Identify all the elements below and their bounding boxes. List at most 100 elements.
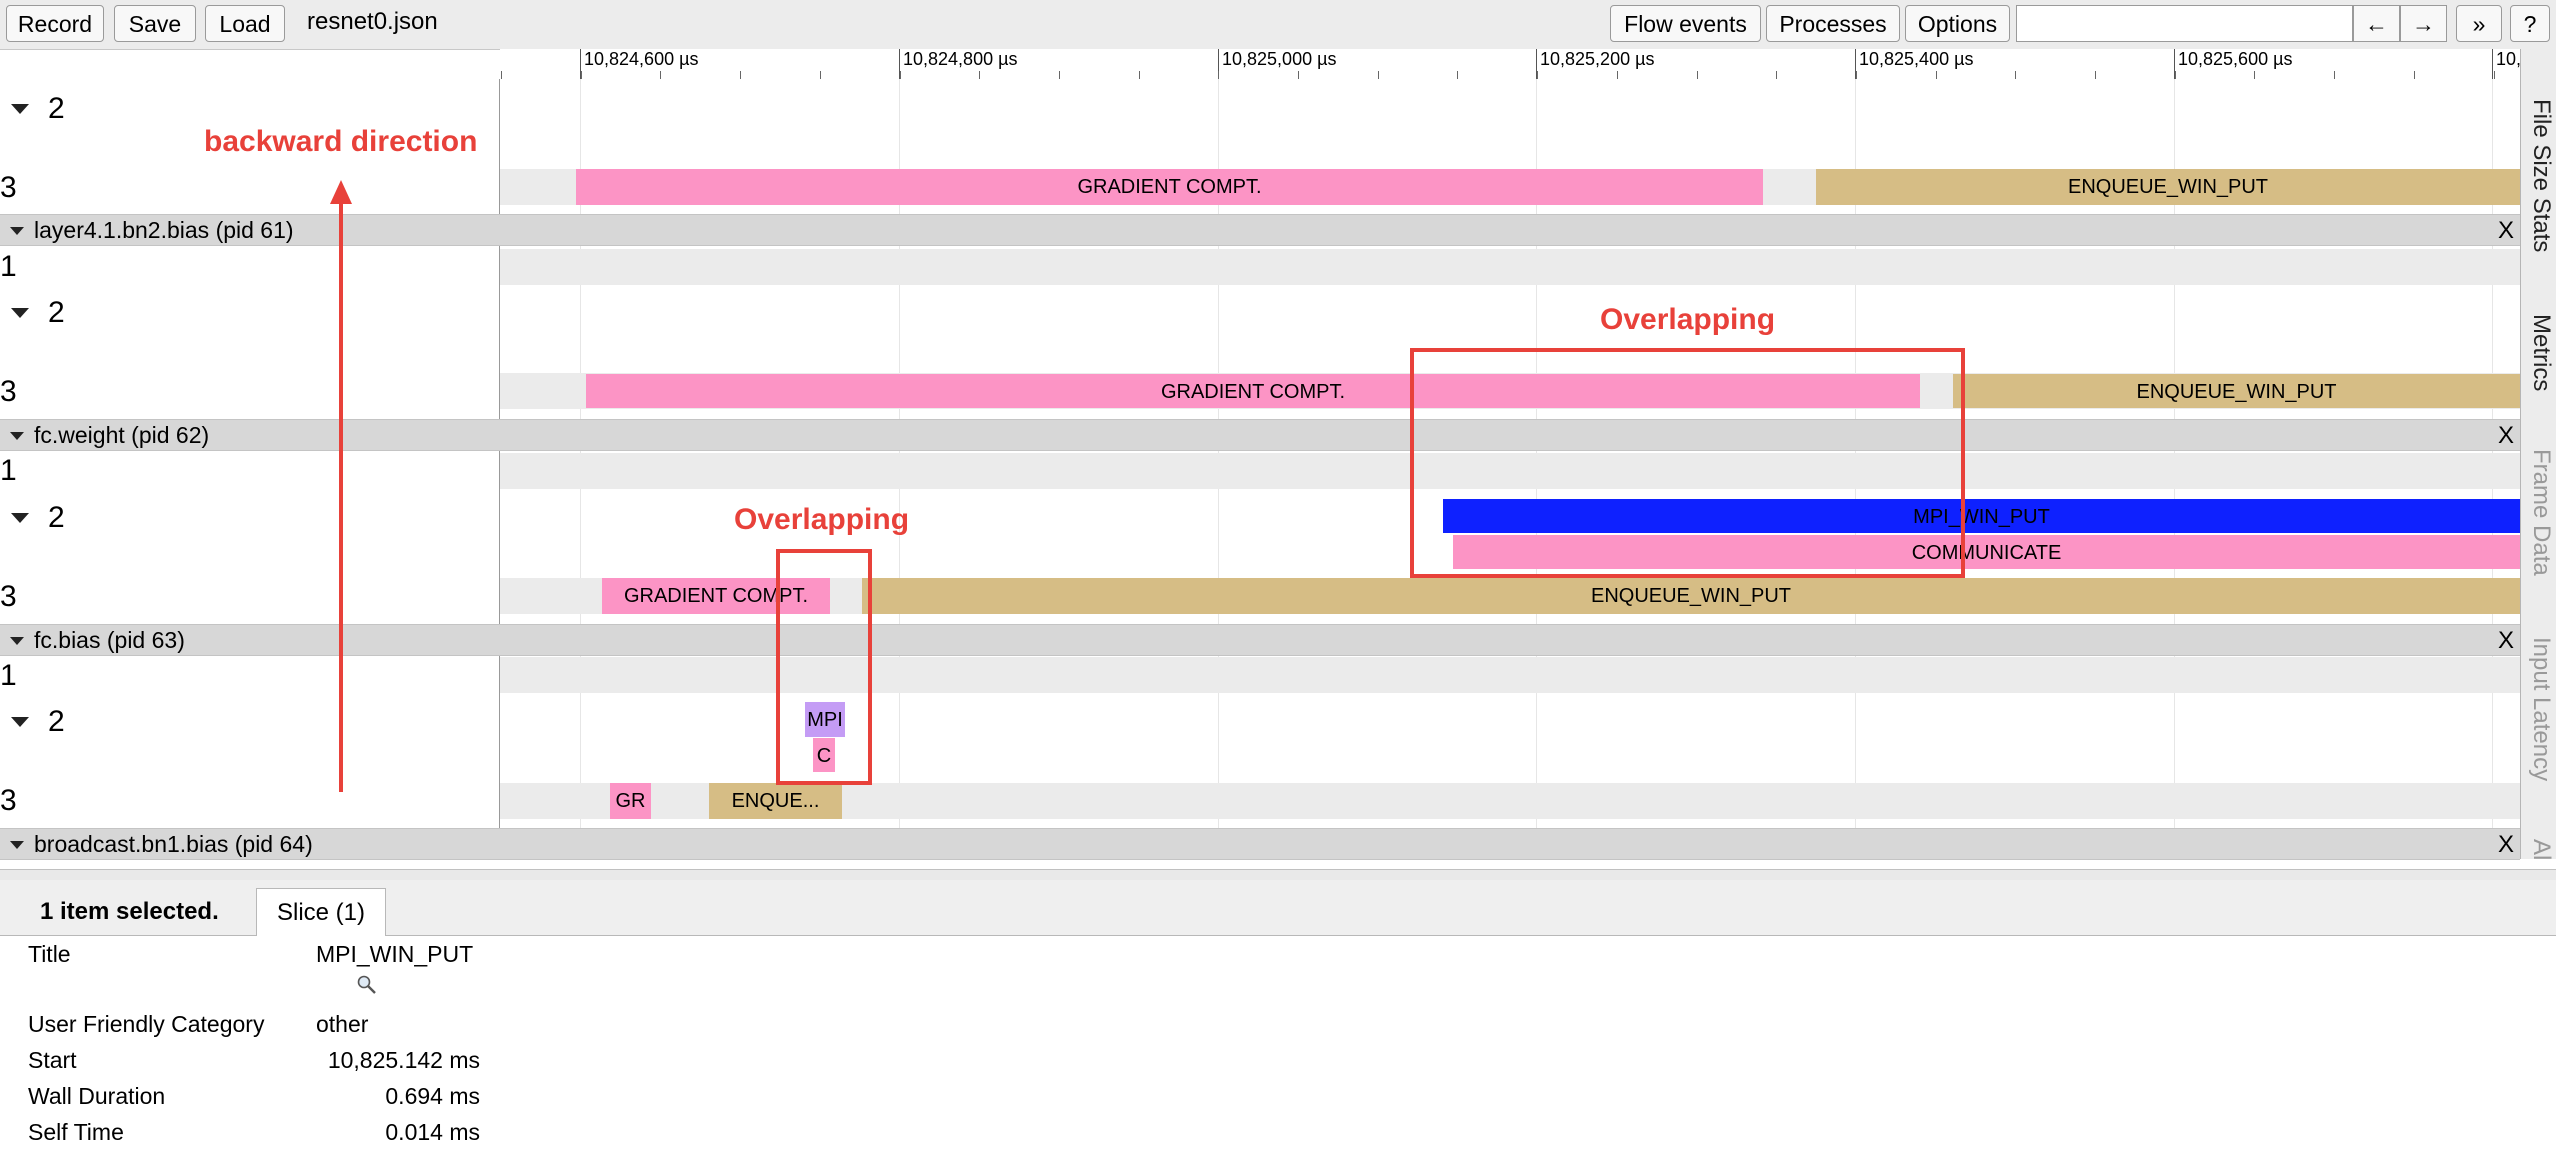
detail-value-start: 10,825.142 ms [327,1047,480,1073]
detail-label-title: Title [28,941,71,967]
ruler-minor-tick [1617,71,1618,79]
track-label-column [0,79,499,859]
collapse-triangle-icon[interactable] [10,637,24,645]
ruler-minor-tick [2254,71,2255,79]
close-process-button[interactable]: X [2498,831,2514,859]
side-tab-input-latency[interactable]: Input Latency [2527,637,2555,781]
ruler-tick-label: 10,825,000 µs [1222,49,1337,69]
detail-value-title: MPI_WIN_PUT [316,941,474,967]
prev-arrow-icon[interactable]: ← [2353,5,2400,42]
processes-button[interactable]: Processes [1766,5,1900,42]
collapse-triangle-icon[interactable] [11,308,29,318]
detail-label-start: Start [28,1047,77,1073]
annotation-overlapping-left: Overlapping [734,503,910,536]
detail-value-category: other [316,1011,369,1037]
slice-enqueue-win-put[interactable]: ENQUEUE_WIN_PUT [1953,374,2520,408]
ruler-minor-tick [1218,71,1219,79]
close-process-button[interactable]: X [2498,627,2514,655]
process-header-pid61[interactable]: layer4.1.bn2.bias (pid 61) X [0,214,2520,246]
close-process-button[interactable]: X [2498,422,2514,450]
thread-label: 2 [48,705,65,738]
ruler-minor-tick [1697,71,1698,79]
ruler-tick-label: 10,824,600 µs [584,49,699,69]
ruler-minor-tick [1378,71,1379,79]
ruler-minor-tick [1139,71,1140,79]
collapse-triangle-icon[interactable] [10,841,24,849]
ruler-minor-tick [2175,71,2176,79]
selection-count: 1 item selected. [40,898,219,925]
process-header-pid62[interactable]: fc.weight (pid 62) X [0,419,2520,451]
detail-label-category: User Friendly Category [28,1011,265,1037]
ruler-minor-tick [1457,71,1458,79]
slice-gradient-short[interactable]: GR [610,783,651,819]
ruler-minor-tick [660,71,661,79]
toolbar: Record Save Load resnet0.json Flow event… [0,0,2556,50]
detail-value-wall-duration: 0.694 ms [385,1083,480,1109]
options-button[interactable]: Options [1905,5,2010,42]
process-header-pid63[interactable]: fc.bias (pid 63) X [0,624,2520,656]
collapse-triangle-icon[interactable] [11,717,29,727]
ruler-minor-tick [1537,71,1538,79]
time-ruler[interactable]: 10,824,600 µs 10,824,800 µs 10,825,000 µ… [500,49,2522,80]
ruler-tick-label: 10,825,200 µs [1540,49,1655,69]
ruler-minor-tick [1059,71,1060,79]
thread-label: 3 [0,171,17,204]
ruler-minor-tick [2494,71,2495,79]
ruler-minor-tick [1856,71,1857,79]
side-tab-more[interactable]: Al [2527,839,2555,860]
backward-arrow-icon [330,180,352,792]
ruler-tick-label: 10,824,800 µs [903,49,1018,69]
ruler-minor-tick [2095,71,2096,79]
process-header-pid64[interactable]: broadcast.bn1.bias (pid 64) X [0,828,2520,860]
slice-enqueue-win-put[interactable]: ENQUEUE_WIN_PUT [862,578,2520,614]
close-process-button[interactable]: X [2498,217,2514,245]
ruler-minor-tick [2414,71,2415,79]
ruler-minor-tick [1298,71,1299,79]
annotation-overlapping-right: Overlapping [1600,303,1776,336]
thread-label: 3 [0,375,17,408]
slice-enqueue-short[interactable]: ENQUE... [709,783,842,819]
ruler-minor-tick [1936,71,1937,79]
detail-label-wall-duration: Wall Duration [28,1083,166,1109]
ruler-tick-label: 10,825,400 µs [1859,49,1974,69]
ruler-minor-tick [740,71,741,79]
collapse-triangle-icon[interactable] [10,227,24,235]
process-label: fc.weight (pid 62) [34,422,210,448]
thread-label: 2 [48,92,65,125]
search-input[interactable] [2016,5,2353,42]
collapse-triangle-icon[interactable] [11,513,29,523]
overlap-highlight-box [1410,348,1965,578]
side-tab-frame-data[interactable]: Frame Data [2527,449,2555,576]
thread-label: 1 [0,250,17,283]
flow-events-button[interactable]: Flow events [1610,5,1761,42]
record-button[interactable]: Record [6,5,104,42]
thread-label: 2 [48,296,65,329]
detail-label-self-time: Self Time [28,1119,124,1145]
side-tab-metrics[interactable]: Metrics [2527,314,2555,391]
ruler-minor-tick [2015,71,2016,79]
thread-label: 2 [48,501,65,534]
thread-label: 1 [0,454,17,487]
side-tab-file-size-stats[interactable]: File Size Stats [2527,99,2555,252]
process-label: layer4.1.bn2.bias (pid 61) [34,217,294,243]
collapse-triangle-icon[interactable] [10,432,24,440]
tab-slice[interactable]: Slice (1) [256,888,386,936]
help-button[interactable]: ? [2510,5,2550,42]
process-label: broadcast.bn1.bias (pid 64) [34,831,313,857]
slice-gradient-compt[interactable]: GRADIENT COMPT. [576,169,1763,205]
filename: resnet0.json [307,8,438,35]
load-button[interactable]: Load [205,5,285,42]
thread-label: 3 [0,784,17,817]
slice-enqueue-win-put[interactable]: ENQUEUE_WIN_PUT [1816,169,2520,205]
ruler-minor-tick [979,71,980,79]
collapse-triangle-icon[interactable] [11,104,29,114]
process-label: fc.bias (pid 63) [34,627,185,653]
save-button[interactable]: Save [114,5,196,42]
more-button[interactable]: » [2456,5,2502,42]
ruler-minor-tick [2334,71,2335,79]
next-arrow-icon[interactable]: → [2400,5,2447,42]
ruler-minor-tick [1776,71,1777,79]
detail-value-self-time: 0.014 ms [385,1119,480,1145]
magnifier-icon[interactable] [356,974,378,996]
ruler-tick-label: 10, [2496,49,2522,69]
